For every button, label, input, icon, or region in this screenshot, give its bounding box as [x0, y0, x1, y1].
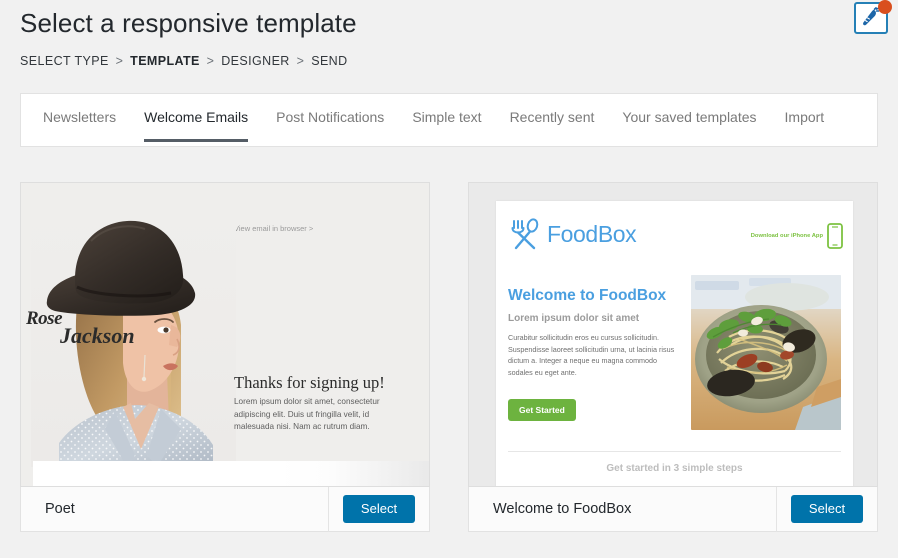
foodbox-headline: Welcome to FoodBox — [508, 287, 667, 304]
tab-post-notifications[interactable]: Post Notifications — [276, 108, 384, 142]
template-picker-page: Select a responsive template SELECT TYPE… — [0, 0, 898, 558]
select-button-wrap: Select — [777, 495, 877, 523]
select-button-foodbox[interactable]: Select — [790, 495, 864, 523]
foodbox-app-promo[interactable]: Download our iPhone App — [751, 223, 843, 249]
foodbox-logo: FoodBox — [508, 217, 637, 251]
breadcrumb-item-select-type[interactable]: SELECT TYPE — [20, 54, 109, 68]
foodbox-divider — [508, 451, 841, 452]
breadcrumb-separator: > — [296, 54, 305, 68]
foodbox-subheading: Lorem ipsum dolor sit amet — [508, 313, 640, 324]
fork-spoon-icon — [511, 218, 539, 250]
select-button-wrap: Select — [329, 495, 429, 523]
breadcrumb-separator: > — [115, 54, 124, 68]
template-card-poet: View email in browser > Rose Jackson Tha… — [20, 182, 430, 532]
template-preview-poet[interactable]: View email in browser > Rose Jackson Tha… — [20, 182, 430, 487]
notification-dot — [878, 0, 892, 14]
breadcrumb-item-send[interactable]: SEND — [311, 54, 347, 68]
poet-view-in-browser-link: View email in browser > — [234, 224, 314, 233]
template-card-foodbox: FoodBox Download our iPhone App Welcome … — [468, 182, 878, 532]
foodbox-steps-text: Get started in 3 simple steps — [606, 463, 743, 474]
tab-your-saved-templates[interactable]: Your saved templates — [622, 108, 756, 142]
poet-signature-first: Rose — [26, 308, 63, 329]
select-button-poet[interactable]: Select — [342, 495, 416, 523]
template-card-footer-poet: Poet Select — [20, 486, 430, 532]
breadcrumb-item-designer[interactable]: DESIGNER — [221, 54, 290, 68]
tab-welcome-emails[interactable]: Welcome Emails — [144, 108, 249, 142]
mobile-phone-icon — [827, 223, 843, 249]
mailpoet-badge[interactable] — [854, 0, 892, 36]
breadcrumb: SELECT TYPE > TEMPLATE > DESIGNER > SEND — [20, 54, 348, 68]
poet-signature-last: Jackson — [60, 323, 135, 348]
poet-body-text: Lorem ipsum dolor sit amet, consectetur … — [234, 397, 380, 431]
breadcrumb-item-template[interactable]: TEMPLATE — [130, 54, 200, 68]
poet-white-band — [33, 461, 429, 486]
foodbox-app-promo-text: Download our iPhone App — [750, 233, 823, 239]
poet-heading: Thanks for signing up! — [234, 373, 385, 392]
template-card-footer-foodbox: Welcome to FoodBox Select — [468, 486, 878, 532]
template-type-tabs-panel: Newsletters Welcome Emails Post Notifica… — [20, 93, 878, 147]
breadcrumb-separator: > — [206, 54, 215, 68]
poet-email-canvas: View email in browser > Rose Jackson Tha… — [21, 183, 429, 486]
page-title: Select a responsive template — [20, 8, 357, 38]
template-name-poet: Poet — [45, 501, 75, 517]
tab-import[interactable]: Import — [785, 108, 825, 142]
tab-newsletters[interactable]: Newsletters — [43, 108, 116, 142]
template-preview-foodbox[interactable]: FoodBox Download our iPhone App Welcome … — [468, 182, 878, 487]
foodbox-brand-name: FoodBox — [547, 220, 637, 247]
foodbox-body-text: Curabitur sollicitudin eros eu cursus so… — [508, 333, 675, 377]
tab-simple-text[interactable]: Simple text — [412, 108, 481, 142]
template-grid: View email in browser > Rose Jackson Tha… — [20, 182, 878, 532]
foodbox-email-sheet: FoodBox Download our iPhone App Welcome … — [496, 201, 853, 486]
tab-recently-sent[interactable]: Recently sent — [510, 108, 595, 142]
foodbox-email-canvas: FoodBox Download our iPhone App Welcome … — [469, 183, 877, 486]
foodbox-get-started-button[interactable]: Get Started — [508, 399, 576, 421]
poet-signature: Rose Jackson — [26, 308, 135, 349]
template-name-foodbox: Welcome to FoodBox — [493, 501, 632, 517]
foodbox-food-photo — [691, 275, 841, 430]
template-type-tabs: Newsletters Welcome Emails Post Notifica… — [21, 94, 877, 146]
